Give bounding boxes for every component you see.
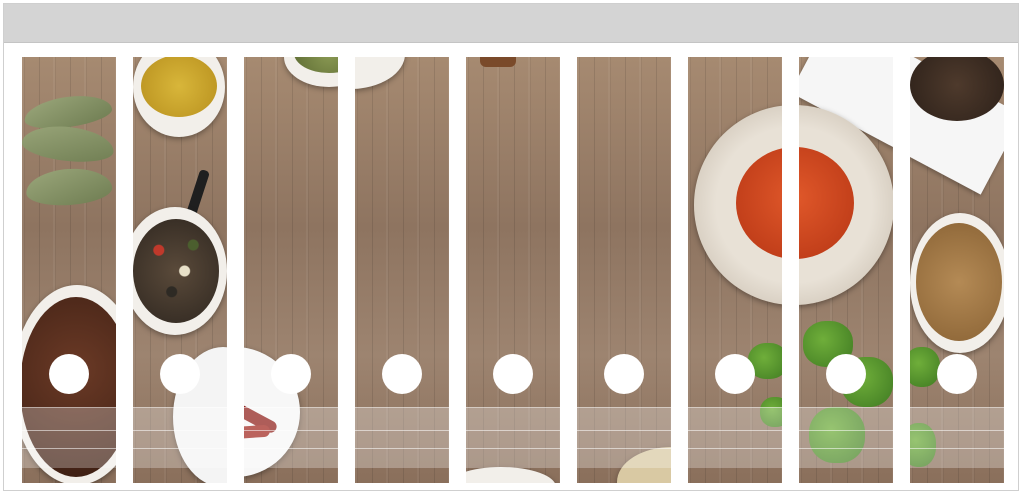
- finger-hole: [604, 354, 644, 394]
- writing-band: [466, 407, 560, 468]
- spine-label-8: [799, 57, 893, 483]
- finger-hole: [160, 354, 200, 394]
- cinnamon-stick: [480, 57, 516, 67]
- finger-hole: [715, 354, 755, 394]
- cardamom-bowl: [284, 57, 338, 87]
- writing-band: [355, 407, 449, 468]
- bottom-bowl-edge: [466, 467, 556, 483]
- writing-band: [910, 407, 1004, 468]
- writing-band: [688, 407, 782, 468]
- cilantro-leaf-6: [910, 347, 940, 387]
- folder-spine-label-sheet: [3, 3, 1019, 491]
- spine-label-4: [355, 57, 449, 483]
- paprika-powder: [736, 147, 782, 259]
- coriander-seeds: [916, 223, 1002, 341]
- spine-label-1: [22, 57, 116, 483]
- cardamom-pods: [294, 57, 338, 73]
- spine-label-5: [466, 57, 560, 483]
- finger-hole: [49, 354, 89, 394]
- peppercorn-bowl: [133, 207, 227, 335]
- paprika-powder-right: [799, 147, 854, 259]
- finger-hole: [937, 354, 977, 394]
- writing-band: [133, 407, 227, 468]
- fenugreek-seeds: [141, 57, 217, 117]
- small-bowl-edge: [355, 57, 405, 89]
- writing-band: [577, 407, 671, 468]
- mixed-peppercorns: [133, 219, 219, 323]
- bay-leaf-3: [24, 166, 114, 208]
- finger-hole: [382, 354, 422, 394]
- writing-band: [799, 407, 893, 468]
- fenugreek-bowl: [133, 57, 225, 137]
- spine-label-6: [577, 57, 671, 483]
- spine-label-2: [133, 57, 227, 483]
- writing-band: [22, 407, 116, 468]
- finger-hole: [826, 354, 866, 394]
- bay-leaf-2: [22, 122, 116, 166]
- top-strip: [4, 4, 1018, 43]
- spine-label-9: [910, 57, 1004, 483]
- coriander-bowl: [910, 213, 1004, 353]
- spine-label-3: [244, 57, 338, 483]
- writing-band: [244, 407, 338, 468]
- finger-hole: [493, 354, 533, 394]
- spine-label-7: [688, 57, 782, 483]
- paprika-bowl: [694, 105, 782, 305]
- finger-hole: [271, 354, 311, 394]
